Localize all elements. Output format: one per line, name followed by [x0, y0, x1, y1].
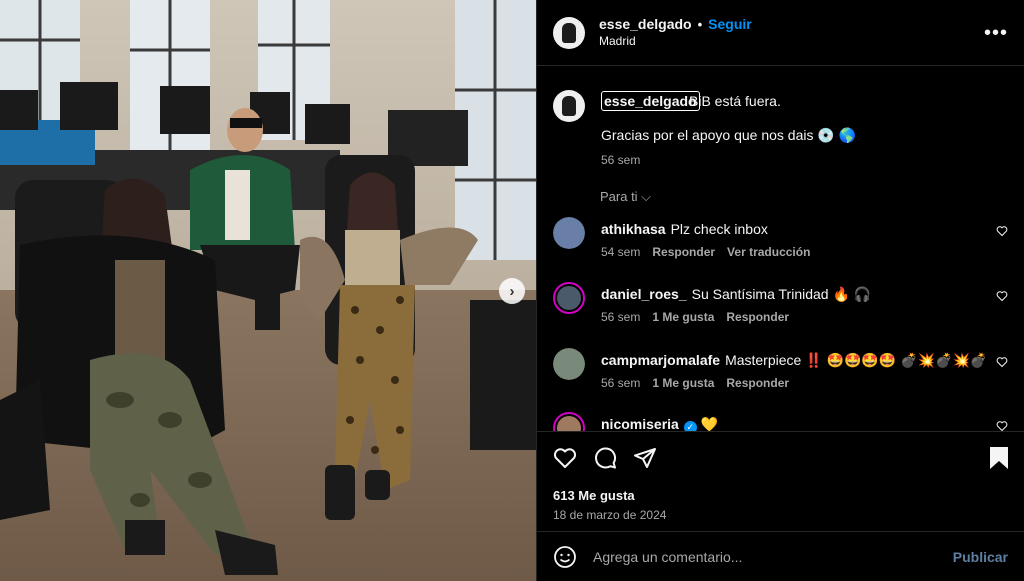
comment-item: athikhasa Plz check inbox 54 sem Responder… [553, 217, 1008, 267]
carousel-next-button[interactable]: › [499, 278, 525, 304]
verified-badge-icon: ✓ [683, 421, 697, 431]
comment-text: Masterpiece ‼️ 🤩🤩🤩🤩 💣💥💣💥💣 [725, 352, 988, 368]
comment-time[interactable]: 54 sem [601, 245, 640, 259]
comment-text: Su Santísima Trinidad 🔥 🎧 [691, 286, 872, 302]
reply-button[interactable]: Responder [726, 310, 789, 324]
reply-button[interactable]: Responder [726, 376, 789, 390]
likes-count[interactable]: 613 Me gusta [553, 488, 635, 503]
reply-button[interactable]: Responder [652, 245, 715, 259]
post-date: 18 de marzo de 2024 [553, 508, 667, 522]
emoji-picker-icon[interactable] [553, 545, 577, 569]
caption-avatar[interactable] [553, 90, 585, 122]
comment-username[interactable]: athikhasa [601, 221, 666, 237]
post-side-panel: esse_delgado • Seguir Madrid ••• esse_delg… [536, 0, 1024, 581]
post-header: esse_delgado • Seguir Madrid ••• [537, 0, 1024, 66]
like-comment-heart-icon[interactable] [996, 356, 1008, 368]
post-actions: 613 Me gusta 18 de marzo de 2024 [537, 431, 1024, 531]
like-comment-heart-icon[interactable] [996, 290, 1008, 302]
comment-filter-dropdown[interactable]: Para ti ⌵ [600, 189, 651, 205]
follow-button[interactable]: Seguir [708, 16, 752, 32]
comment-item: daniel_roes_ Su Santísima Trinidad 🔥 🎧 56… [553, 282, 1008, 332]
comment-username[interactable]: campmarjomalafe [601, 352, 720, 368]
comment-time[interactable]: 56 sem [601, 310, 640, 324]
more-options-icon[interactable]: ••• [984, 22, 1008, 45]
separator-dot: • [697, 16, 703, 32]
post-location[interactable]: Madrid [599, 33, 752, 50]
comment-avatar[interactable] [553, 348, 585, 380]
comments-section[interactable]: esse_delgado BiB está fuera. Gracias por… [537, 67, 1024, 431]
comment-item: nicomiseria ✓ 💛 [553, 412, 1008, 431]
like-heart-icon[interactable] [553, 446, 577, 470]
comment-username[interactable]: nicomiseria [601, 416, 679, 431]
author-avatar[interactable] [553, 16, 585, 49]
studio-photo-image [0, 0, 536, 581]
comment-avatar[interactable] [553, 412, 585, 431]
caption-line-1: BiB está fuera. [689, 93, 781, 109]
translate-button[interactable]: Ver traducción [727, 245, 810, 259]
add-comment-input[interactable] [593, 548, 953, 565]
author-username[interactable]: esse_delgado [599, 16, 692, 32]
caption-username[interactable]: esse_delgado [601, 91, 700, 111]
caption-timestamp[interactable]: 56 sem [601, 153, 640, 167]
comment-bubble-icon[interactable] [593, 446, 617, 470]
comment-text: 💛 [700, 416, 719, 431]
post-photo[interactable]: › [0, 0, 536, 581]
like-comment-heart-icon[interactable] [996, 420, 1008, 431]
like-comment-heart-icon[interactable] [996, 225, 1008, 237]
comment-likes[interactable]: 1 Me gusta [652, 376, 714, 390]
save-bookmark-icon[interactable] [988, 446, 1010, 470]
comment-likes[interactable]: 1 Me gusta [652, 310, 714, 324]
comment-time[interactable]: 56 sem [601, 376, 640, 390]
add-comment-bar: Publicar [537, 531, 1024, 581]
caption-line-2: Gracias por el apoyo que nos dais 💿 🌎 [601, 127, 857, 143]
comment-avatar[interactable] [553, 282, 585, 314]
comment-avatar[interactable] [553, 217, 585, 249]
publish-comment-button[interactable]: Publicar [953, 549, 1008, 565]
comment-text: Plz check inbox [670, 221, 768, 237]
comment-item: campmarjomalafe Masterpiece ‼️ 🤩🤩🤩🤩 💣💥💣💥💣… [553, 348, 1008, 398]
share-send-icon[interactable] [633, 446, 657, 470]
comment-username[interactable]: daniel_roes_ [601, 286, 687, 302]
